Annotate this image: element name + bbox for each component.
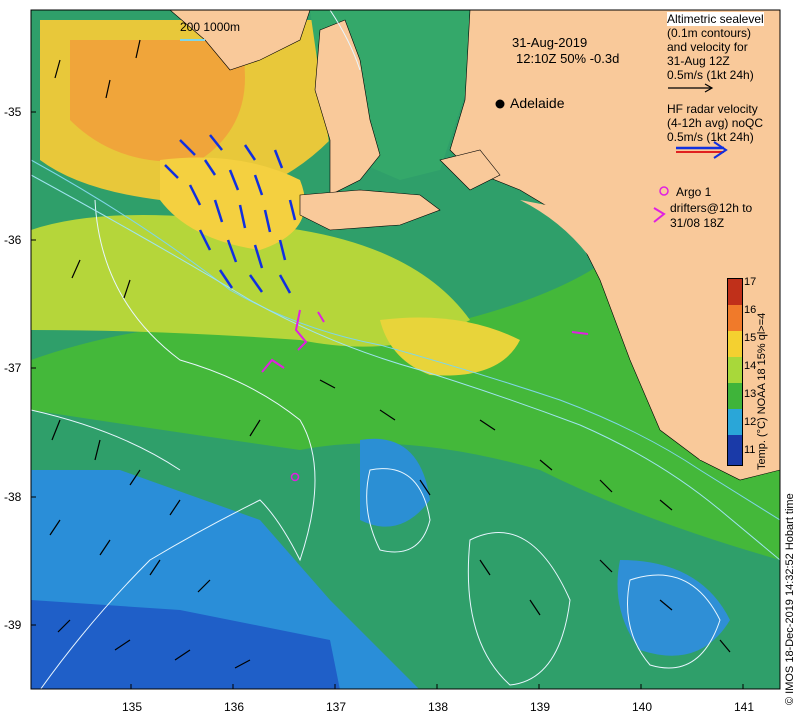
- lon-tick: 140: [632, 700, 653, 714]
- adelaide-marker: [495, 99, 505, 109]
- colorbar-tick: 13: [744, 388, 757, 400]
- city-label-adelaide: Adelaide: [510, 95, 565, 111]
- lon-tick: 137: [326, 700, 347, 714]
- colorbar-tick: 14: [744, 360, 757, 372]
- lat-tick: -39: [4, 618, 22, 632]
- map-time-info: 12:10Z 50% -0.3d: [516, 51, 620, 66]
- legend-sealevel-4: 31-Aug 12Z: [667, 54, 730, 68]
- legend-argo: Argo 1: [676, 185, 712, 199]
- legend-hf-1: HF radar velocity: [667, 102, 758, 116]
- legend-drifters-1: drifters@12h to: [670, 201, 753, 215]
- legend-sealevel-2: (0.1m contours): [667, 26, 752, 40]
- credit-text: © IMOS 18-Dec-2019 14:32:52 Hobart time: [784, 493, 796, 705]
- lon-tick: 136: [224, 700, 245, 714]
- lat-tick: -37: [4, 361, 22, 375]
- lat-tick: -38: [4, 490, 22, 504]
- colorbar-tick: 17: [744, 276, 757, 288]
- map-date: 31-Aug-2019: [512, 35, 588, 50]
- legend-hf-2: (4-12h avg) noQC: [667, 116, 764, 130]
- lon-tick: 141: [734, 700, 755, 714]
- lat-tick: -36: [4, 233, 22, 247]
- lon-tick: 135: [122, 700, 143, 714]
- colorbar-tick: 11: [744, 444, 756, 456]
- legend-sealevel-3: and velocity for: [667, 40, 748, 54]
- legend-drifters-2: 31/08 18Z: [670, 216, 725, 230]
- legend-hf-3: 0.5m/s (1kt 24h): [667, 130, 754, 144]
- colorbar-tick: 15: [744, 332, 757, 344]
- colorbar-tick: 16: [744, 304, 757, 316]
- lat-tick: -35: [4, 105, 22, 119]
- legend-sealevel-1: Altimetric sealevel: [667, 12, 764, 26]
- colorbar-label: Temp. (°C) NOAA 18 15% ql>=4: [756, 312, 768, 470]
- temperature-colorbar: [727, 278, 743, 466]
- lon-tick: 138: [428, 700, 449, 714]
- colorbar-tick: 12: [744, 416, 757, 428]
- bathymetry-scale-label: 200 1000m: [180, 20, 241, 34]
- lon-tick: 139: [530, 700, 551, 714]
- legend-sealevel-5: 0.5m/s (1kt 24h): [667, 68, 754, 82]
